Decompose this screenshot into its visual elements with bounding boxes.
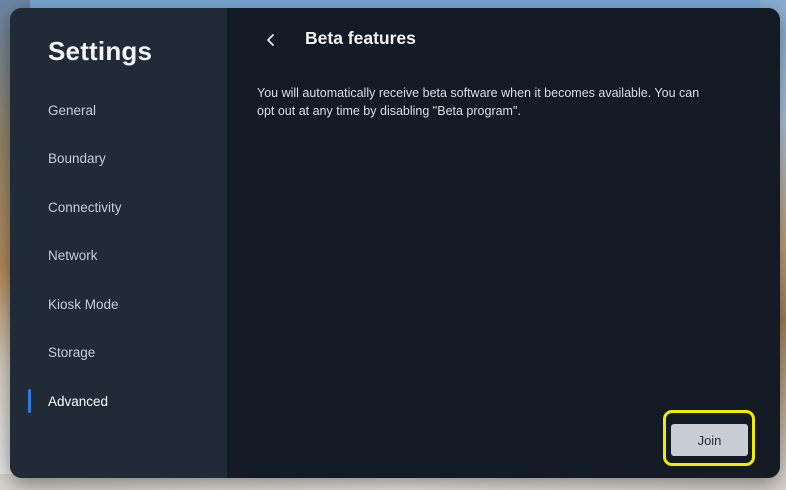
sidebar-item-label: Boundary <box>48 150 106 166</box>
settings-sidebar: Settings General Boundary Connectivity N… <box>10 8 227 478</box>
back-button[interactable] <box>257 26 285 54</box>
main-panel: Beta features You will automatically rec… <box>227 8 780 478</box>
sidebar-item-label: Storage <box>48 344 96 360</box>
sidebar-item-label: Advanced <box>48 393 109 409</box>
sidebar-item-boundary[interactable]: Boundary <box>24 140 214 176</box>
active-indicator <box>28 389 31 413</box>
sidebar-item-storage[interactable]: Storage <box>24 334 214 370</box>
sidebar-item-advanced[interactable]: Advanced <box>24 383 214 419</box>
page-title: Beta features <box>305 28 416 48</box>
join-button[interactable]: Join <box>671 424 748 456</box>
settings-window: Settings General Boundary Connectivity N… <box>10 8 780 478</box>
sidebar-item-connectivity[interactable]: Connectivity <box>24 189 214 225</box>
beta-description: You will automatically receive beta soft… <box>257 86 700 118</box>
chevron-left-icon <box>267 34 274 46</box>
sidebar-item-network[interactable]: Network <box>24 237 214 273</box>
sidebar-item-kiosk-mode[interactable]: Kiosk Mode <box>24 286 214 322</box>
sidebar-item-label: Connectivity <box>48 199 122 215</box>
sidebar-item-label: General <box>48 102 97 118</box>
sidebar-title: Settings <box>48 36 153 66</box>
join-button-label: Join <box>697 432 722 448</box>
sidebar-item-label: Network <box>48 247 98 263</box>
sidebar-item-label: Kiosk Mode <box>48 296 119 312</box>
sidebar-item-general[interactable]: General <box>24 92 214 128</box>
